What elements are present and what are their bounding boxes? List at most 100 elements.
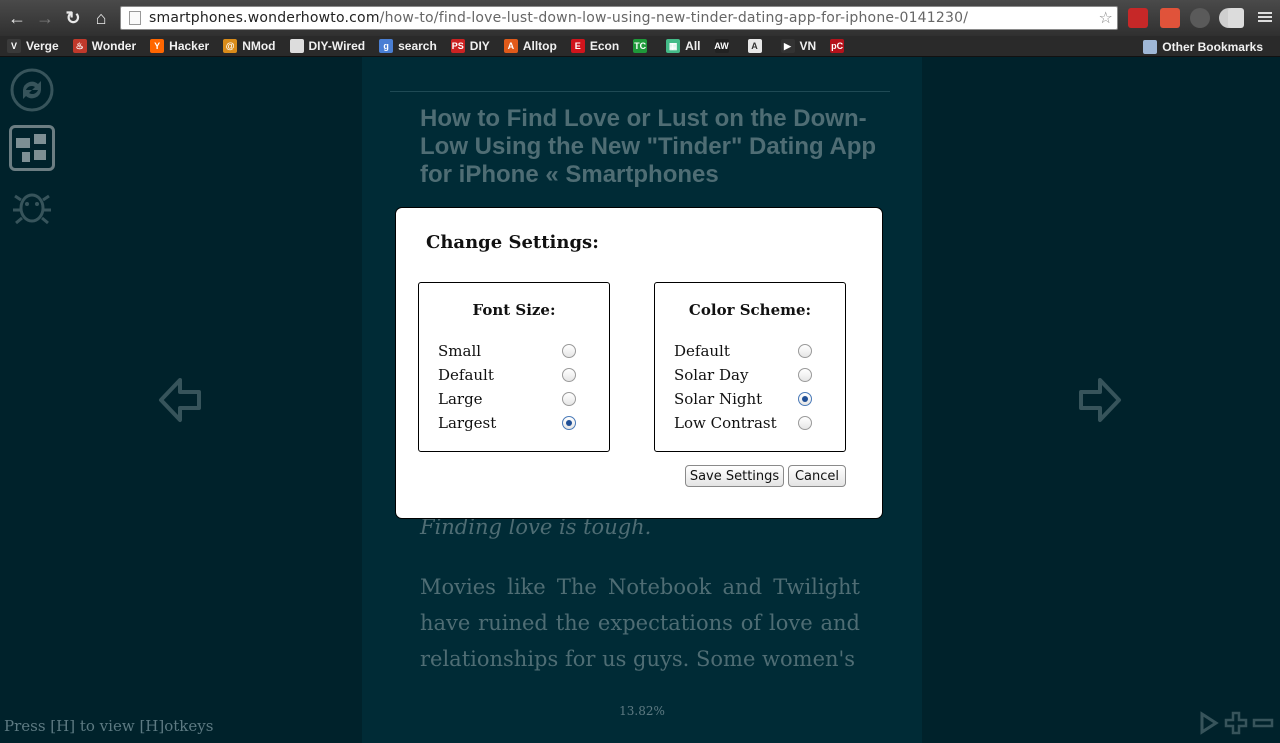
url-path: /how-to/find-love-lust-down-low-using-ne… [379,10,969,26]
bottom-controls [1198,711,1274,735]
bookmark-item[interactable]: A [741,36,774,57]
color-scheme-radio[interactable] [798,416,812,430]
wonder-icon: ♨ [72,39,87,53]
aw-icon: AW [714,39,729,53]
home-icon[interactable]: ⌂ [88,5,114,31]
other-bookmarks[interactable]: Other Bookmarks [1136,36,1270,57]
nmod-icon: @ [223,39,238,53]
title-divider [390,91,890,92]
folder-icon [1143,39,1158,54]
color-scheme-radio[interactable] [798,392,812,406]
bookmark-item[interactable]: V Verge [0,36,66,57]
next-page-arrow-icon[interactable] [1078,377,1122,428]
bookmark-item[interactable]: ▦ All [659,36,707,57]
dialog-title: Change Settings: [426,232,599,253]
article-body: Movies like The Notebook and Twilight ha… [420,575,860,671]
bookmark-label: NMod [242,39,276,53]
bookmark-item[interactable]: g search [372,36,444,57]
settings-dialog: Change Settings: Font Size: Small Default… [396,208,882,518]
font-size-radio[interactable] [562,416,576,430]
bookmark-item[interactable]: ♨ Wonder [66,36,143,57]
font-size-title: Font Size: [472,301,556,319]
font-size-group: Font Size: Small Default Large Largest [418,282,610,452]
refresh-tool-icon[interactable] [9,67,55,113]
techcrunch-icon: TC [633,39,648,53]
pc-icon: pC [830,39,845,53]
bookmark-label: search [398,39,437,53]
color-scheme-option-label: Solar Day [674,366,749,384]
font-size-option-label: Large [438,390,483,408]
cancel-button[interactable]: Cancel [788,465,846,487]
bookmark-item[interactable]: @ NMod [216,36,282,57]
bookmark-item[interactable]: TC [626,36,659,57]
font-size-option[interactable]: Large [438,387,600,411]
play-control-icon[interactable] [1198,711,1220,735]
font-size-radio[interactable] [562,368,576,382]
bookmarks-bar: V Verge ♨ Wonder Y Hacker @ NMod DIY-Wired g searc… [0,36,1280,57]
previous-page-arrow-icon[interactable] [158,377,202,428]
bookmark-label: DIY-Wired [308,39,366,53]
a-icon: A [747,39,762,53]
bookmark-label: Hacker [169,39,210,53]
bookmark-item[interactable]: ▶ VN [774,36,824,57]
font-size-option-label: Largest [438,414,497,432]
article-lead: Finding love is tough. [420,515,652,539]
bookmark-item[interactable]: Y Hacker [143,36,216,57]
article-title: How to Find Love or Lust on the Down-Low… [420,105,877,188]
save-settings-button[interactable]: Save Settings [685,465,784,487]
url-host: smartphones.wonderhowto.com [149,10,380,26]
gmail-icon[interactable] [1128,8,1148,28]
forward-icon[interactable]: → [32,5,58,31]
font-size-option[interactable]: Small [438,339,600,363]
bookmark-item[interactable]: AW [708,36,741,57]
back-icon[interactable]: ← [4,5,30,31]
shield-extension-icon[interactable] [1190,8,1210,28]
address-bar[interactable]: smartphones.wonderhowto.com/how-to/find-… [120,6,1118,30]
bookmark-extension-icon[interactable] [1160,8,1180,28]
color-scheme-option-label: Solar Night [674,390,763,408]
bookmark-item[interactable]: pC [823,36,856,57]
menu-icon[interactable] [1258,10,1272,24]
bookmark-label: Alltop [522,39,557,53]
page-icon [129,11,141,25]
bookmark-label: Wonder [91,39,137,53]
reload-icon[interactable]: ↻ [60,5,86,31]
reader-extension-icon[interactable] [1228,8,1244,28]
color-scheme-radio[interactable] [798,368,812,382]
color-scheme-option-label: Low Contrast [674,414,777,432]
bookmark-star-icon[interactable]: ☆ [1098,8,1113,27]
plus-control-icon[interactable] [1224,711,1248,735]
color-scheme-option[interactable]: Solar Day [674,363,836,387]
hacker-news-icon: Y [150,39,165,53]
font-size-radio[interactable] [562,344,576,358]
color-scheme-option[interactable]: Low Contrast [674,411,836,435]
color-scheme-option[interactable]: Default [674,339,836,363]
google-icon: g [379,39,394,53]
bookmark-label: Verge [26,39,59,53]
play-icon: ▶ [780,39,795,53]
bookmark-item[interactable]: A Alltop [497,36,564,57]
bookmark-item[interactable]: DIY-Wired [283,36,373,57]
font-size-radio[interactable] [562,392,576,406]
font-size-option[interactable]: Default [438,363,600,387]
bookmark-label: VN [799,39,817,53]
settings-sliders-icon[interactable] [9,125,55,171]
font-size-option-label: Default [438,366,494,384]
color-scheme-radio[interactable] [798,344,812,358]
bug-icon[interactable] [9,183,55,229]
verge-icon: V [7,39,21,53]
alltop-icon: A [503,39,518,53]
ps-icon: PS [450,39,465,53]
bookmark-label: All [685,39,701,53]
color-scheme-option-label: Default [674,342,730,360]
other-bookmarks-label: Other Bookmarks [1162,39,1263,54]
minus-control-icon[interactable] [1252,711,1274,735]
browser-toolbar: ← → ↻ ⌂ smartphones.wonderhowto.com/how-… [0,0,1280,36]
font-size-option[interactable]: Largest [438,411,600,435]
bookmark-item[interactable]: PS DIY [444,36,497,57]
color-scheme-option[interactable]: Solar Night [674,387,836,411]
color-scheme-title: Color Scheme: [688,301,812,319]
mosaic-icon: ▦ [666,39,681,53]
page-icon [289,39,304,53]
bookmark-item[interactable]: E Econ [564,36,626,57]
